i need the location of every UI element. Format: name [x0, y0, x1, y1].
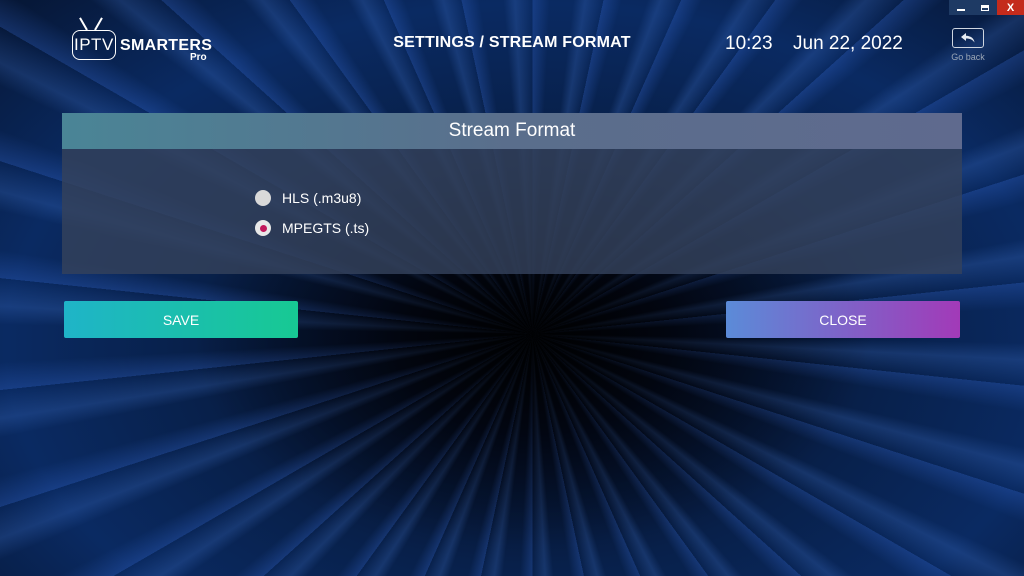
clock-date: Jun 22, 2022: [793, 33, 903, 54]
option-mpegts-label: MPEGTS (.ts): [282, 220, 370, 236]
tv-antenna-icon: [79, 17, 88, 31]
option-mpegts[interactable]: MPEGTS (.ts): [255, 220, 369, 236]
page-title: SETTINGS / STREAM FORMAT: [393, 34, 631, 51]
go-back-label: Go back: [951, 52, 985, 62]
option-hls[interactable]: HLS (.m3u8): [255, 190, 361, 206]
go-back-icon-frame: [952, 28, 984, 48]
maximize-icon: [981, 4, 989, 11]
app-window: X IPTV SMARTERS Pro SETTINGS / STREAM FO…: [0, 0, 1024, 576]
window-close-button[interactable]: X: [997, 0, 1024, 15]
minimize-icon: [957, 8, 965, 11]
logo-pro-text: Pro: [190, 52, 207, 63]
panel-title: Stream Format: [62, 113, 962, 149]
window-controls: X: [949, 0, 1024, 15]
option-hls-label: HLS (.m3u8): [282, 190, 362, 206]
clock-time: 10:23: [725, 33, 773, 54]
app-logo: IPTV SMARTERS Pro: [72, 16, 222, 66]
radio-selected-dot: [259, 224, 267, 232]
close-button[interactable]: CLOSE: [726, 301, 960, 338]
go-back-button[interactable]: Go back: [944, 28, 992, 62]
minimize-button[interactable]: [949, 0, 973, 15]
stream-format-panel: Stream Format HLS (.m3u8) MPEGTS (.ts): [62, 113, 962, 274]
tv-antenna-icon: [94, 17, 103, 31]
maximize-button[interactable]: [973, 0, 997, 15]
logo-iptv-text: IPTV: [74, 35, 114, 54]
back-arrow-icon: [961, 33, 975, 43]
save-button[interactable]: SAVE: [64, 301, 298, 338]
radio-hls[interactable]: [255, 190, 271, 206]
radio-mpegts[interactable]: [255, 220, 271, 236]
